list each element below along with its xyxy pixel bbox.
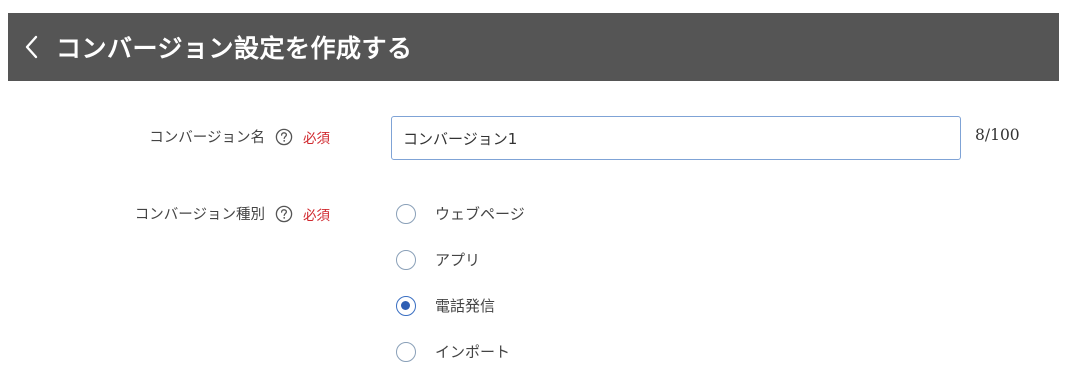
conversion-name-input[interactable]: [391, 116, 961, 160]
radio-option-import[interactable]: インポート: [396, 341, 510, 362]
conversion-name-label: コンバージョン名: [149, 130, 265, 146]
conversion-type-label-group: コンバージョン種別 必須: [135, 203, 330, 224]
required-badge: 必須: [303, 207, 330, 224]
character-counter: 8/100: [975, 126, 1020, 144]
help-icon[interactable]: [275, 205, 293, 223]
required-badge: 必須: [303, 130, 330, 147]
back-button[interactable]: [8, 13, 56, 81]
radio-button[interactable]: [396, 341, 416, 362]
help-icon[interactable]: [275, 128, 293, 146]
radio-option-webpage[interactable]: ウェブページ: [396, 203, 525, 224]
radio-option-phone-call[interactable]: 電話発信: [396, 295, 495, 316]
conversion-type-label: コンバージョン種別: [134, 207, 265, 223]
radio-button[interactable]: [396, 203, 416, 224]
radio-option-app[interactable]: アプリ: [396, 249, 480, 270]
radio-button[interactable]: [396, 249, 416, 270]
radio-option-label: ウェブページ: [435, 205, 525, 223]
radio-option-label: 電話発信: [435, 297, 496, 315]
conversion-settings-page: コンバージョン設定を作成する コンバージョン名 必須 8/100 コンバージョン…: [0, 0, 1068, 376]
page-header: コンバージョン設定を作成する: [8, 13, 1059, 81]
chevron-left-icon: [25, 35, 38, 59]
page-title: コンバージョン設定を作成する: [56, 34, 413, 63]
radio-button-selected[interactable]: [396, 295, 416, 316]
radio-option-label: インポート: [435, 343, 511, 361]
conversion-name-label-group: コンバージョン名 必須: [149, 126, 330, 147]
radio-option-label: アプリ: [435, 251, 481, 269]
